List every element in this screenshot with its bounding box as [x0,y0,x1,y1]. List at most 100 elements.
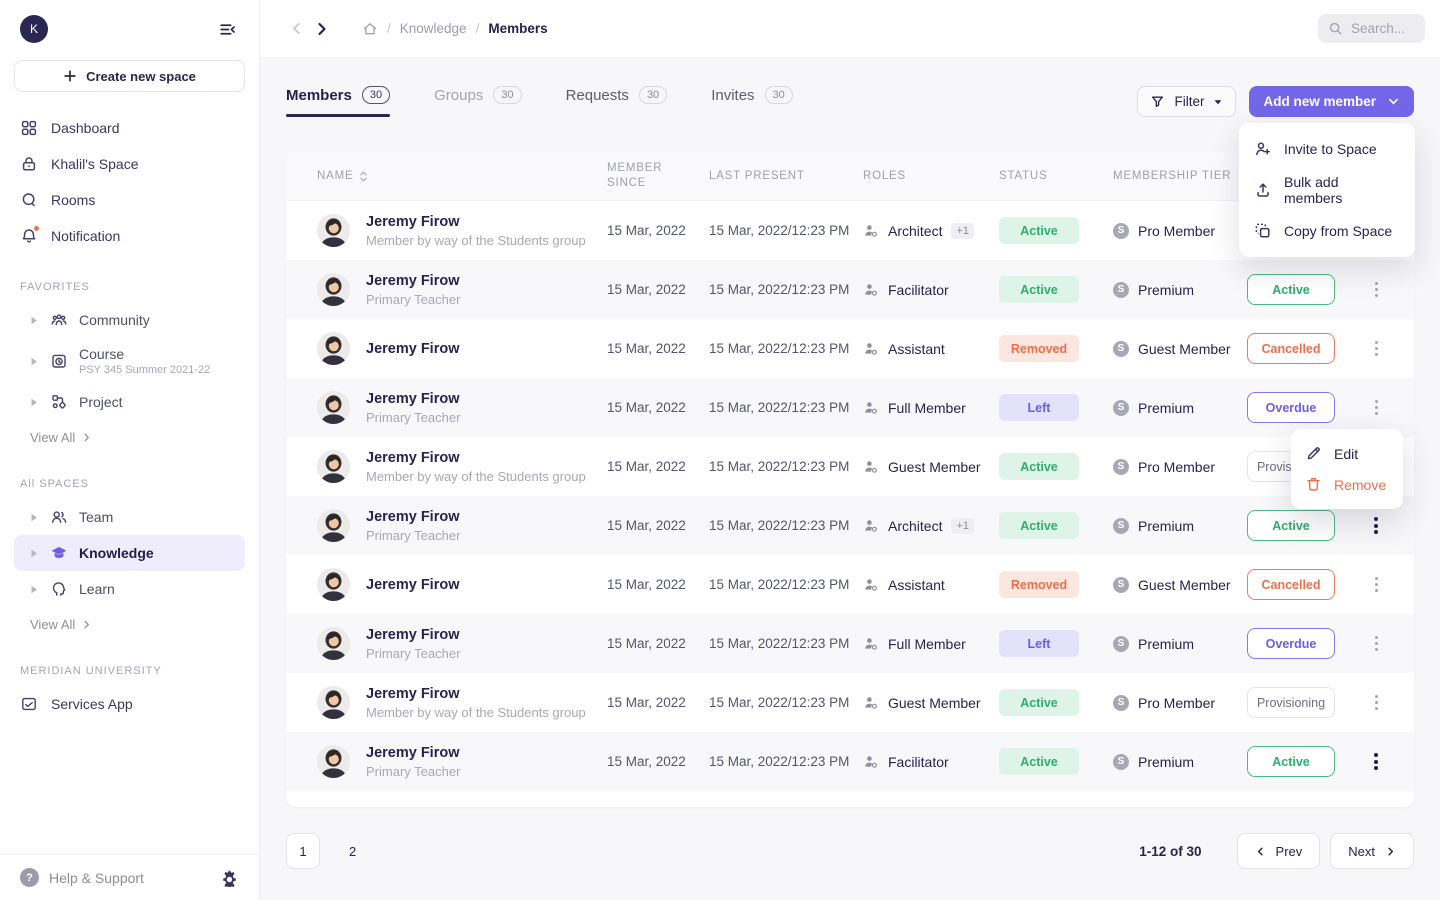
tab-invites[interactable]: Invites 30 [711,86,793,117]
column-header-member-since[interactable]: MEMBER SINCE [607,161,709,191]
membership-tier-cell: S Premium [1113,754,1247,770]
table-row[interactable]: Jeremy Firow 15 Mar, 2022 15 Mar, 2022/1… [286,319,1414,378]
gear-icon[interactable] [221,869,239,887]
subscription-button[interactable]: Active [1247,274,1335,305]
sidebar-item-community[interactable]: Community [14,302,245,338]
menu-item-bulk-add-members[interactable]: Bulk add members [1239,166,1415,214]
tier-label: Premium [1138,754,1194,770]
table-row[interactable]: Jeremy Firow Primary Teacher 15 Mar, 202… [286,732,1414,791]
last-present-cell: 15 Mar, 2022/12:23 PM [709,282,863,297]
actions-cell: Cancelled [1247,569,1398,600]
member-name-cell[interactable]: Jeremy Firow Primary Teacher [317,625,607,663]
sidebar-item-team[interactable]: Team [14,499,245,535]
member-name-cell[interactable]: Jeremy Firow Primary Teacher [317,507,607,545]
sidebar-item-services-app[interactable]: Services App [0,686,259,722]
last-present-cell: 15 Mar, 2022/12:23 PM [709,459,863,474]
column-header-status[interactable]: STATUS [999,169,1113,184]
next-page-button[interactable]: Next [1330,833,1414,869]
tab-groups[interactable]: Groups 30 [434,86,521,117]
subscription-button[interactable]: Active [1247,510,1335,541]
context-menu-label: Remove [1334,477,1386,493]
member-name-cell[interactable]: Jeremy Firow Member by way of the Studen… [317,212,607,250]
role-extra-badge[interactable]: +1 [951,223,974,239]
chevron-right-icon [82,620,91,629]
sidebar-item-dashboard[interactable]: Dashboard [0,110,259,146]
row-menu-button[interactable] [1369,631,1385,657]
menu-item-copy-from-space[interactable]: Copy from Space [1239,214,1415,248]
role-extra-badge[interactable]: +1 [951,518,974,534]
context-menu-remove[interactable]: Remove [1291,469,1403,500]
sidebar-item-notification[interactable]: Notification [0,218,259,254]
member-name-cell[interactable]: Jeremy Firow [317,568,607,601]
member-name-cell[interactable]: Jeremy Firow Member by way of the Studen… [317,448,607,486]
search-box[interactable] [1318,14,1425,43]
column-header-name[interactable]: NAME [317,169,607,184]
tier-icon: S [1113,223,1129,239]
sidebar-item-course[interactable]: Course PSY 345 Summer 2021-22 [14,338,245,384]
subscription-button[interactable]: Overdue [1247,628,1335,659]
table-row[interactable]: Jeremy Firow 15 Mar, 2022 15 Mar, 2022/1… [286,555,1414,614]
role-person-icon [863,636,879,652]
table-row[interactable]: Jeremy Firow Member by way of the Studen… [286,673,1414,732]
tab-count-badge: 30 [639,86,667,104]
row-menu-button[interactable] [1368,512,1384,540]
table-row[interactable]: Jeremy Firow Primary Teacher 15 Mar, 202… [286,614,1414,673]
member-name-cell[interactable]: Jeremy Firow Member by way of the Studen… [317,684,607,722]
table-row[interactable]: Jeremy Firow Member by way of the Studen… [286,437,1414,496]
user-avatar[interactable]: K [20,15,48,43]
add-new-member-button[interactable]: Add new member [1249,86,1414,117]
subscription-button[interactable]: Active [1247,746,1335,777]
sidebar-item-rooms[interactable]: Rooms [0,182,259,218]
help-support-link[interactable]: Help & Support [49,870,144,886]
subscription-button[interactable]: Overdue [1247,392,1335,423]
search-input[interactable] [1351,21,1415,36]
member-name-cell[interactable]: Jeremy Firow Primary Teacher [317,389,607,427]
filter-button[interactable]: Filter [1137,86,1236,117]
member-name-cell[interactable]: Jeremy Firow Primary Teacher [317,743,607,781]
column-header-last-present[interactable]: LAST PRESENT [709,169,863,184]
sidebar-item-khalils-space[interactable]: Khalil's Space [0,146,259,182]
row-menu-button[interactable] [1369,336,1385,362]
row-menu-button[interactable] [1369,395,1385,421]
last-present-cell: 15 Mar, 2022/12:23 PM [709,695,863,710]
member-name-cell[interactable]: Jeremy Firow [317,332,607,365]
collapse-sidebar-icon[interactable] [216,18,239,41]
breadcrumb-section[interactable]: Knowledge [400,21,467,36]
sidebar-item-project[interactable]: Project [14,384,245,420]
column-header-membership-tier[interactable]: MEMBERSHIP TIER [1113,169,1247,184]
context-menu-edit[interactable]: Edit [1291,438,1403,469]
table-row[interactable]: Jeremy Firow Primary Teacher 15 Mar, 202… [286,378,1414,437]
chevron-right-icon [82,433,91,442]
row-menu-button[interactable] [1369,277,1385,303]
tab-label: Groups [434,87,483,104]
page-button-2[interactable]: 2 [349,844,356,859]
prev-page-button[interactable]: Prev [1237,833,1321,869]
member-name-cell[interactable]: Jeremy Firow Primary Teacher [317,271,607,309]
tier-label: Premium [1138,518,1194,534]
create-new-space-button[interactable]: Create new space [14,60,245,92]
tier-label: Premium [1138,636,1194,652]
table-row[interactable]: Jeremy Firow Primary Teacher 15 Mar, 202… [286,496,1414,555]
sidebar-item-learn[interactable]: Learn [14,571,245,607]
grid-icon [20,119,38,137]
nav-back-icon[interactable] [283,16,309,42]
column-header-roles[interactable]: ROLES [863,169,999,184]
subscription-button[interactable]: Cancelled [1247,569,1335,600]
sidebar-item-knowledge[interactable]: Knowledge [14,535,245,571]
actions-cell: Active [1247,274,1398,305]
menu-item-invite-to-space[interactable]: Invite to Space [1239,132,1415,166]
page-button-1[interactable]: 1 [286,833,320,869]
nav-forward-icon[interactable] [309,16,335,42]
row-menu-button[interactable] [1369,690,1385,716]
view-all-favorites-link[interactable]: View All [0,420,259,455]
tab-requests[interactable]: Requests 30 [566,86,668,117]
tab-members[interactable]: Members 30 [286,86,390,117]
table-row[interactable]: Jeremy Firow Primary Teacher 15 Mar, 202… [286,260,1414,319]
home-icon[interactable] [362,21,378,37]
row-menu-button[interactable] [1369,572,1385,598]
view-all-spaces-link[interactable]: View All [0,607,259,642]
subscription-button[interactable]: Cancelled [1247,333,1335,364]
subscription-button[interactable]: Provisioning [1247,687,1335,718]
member-avatar [317,745,350,778]
row-menu-button[interactable] [1368,748,1384,776]
